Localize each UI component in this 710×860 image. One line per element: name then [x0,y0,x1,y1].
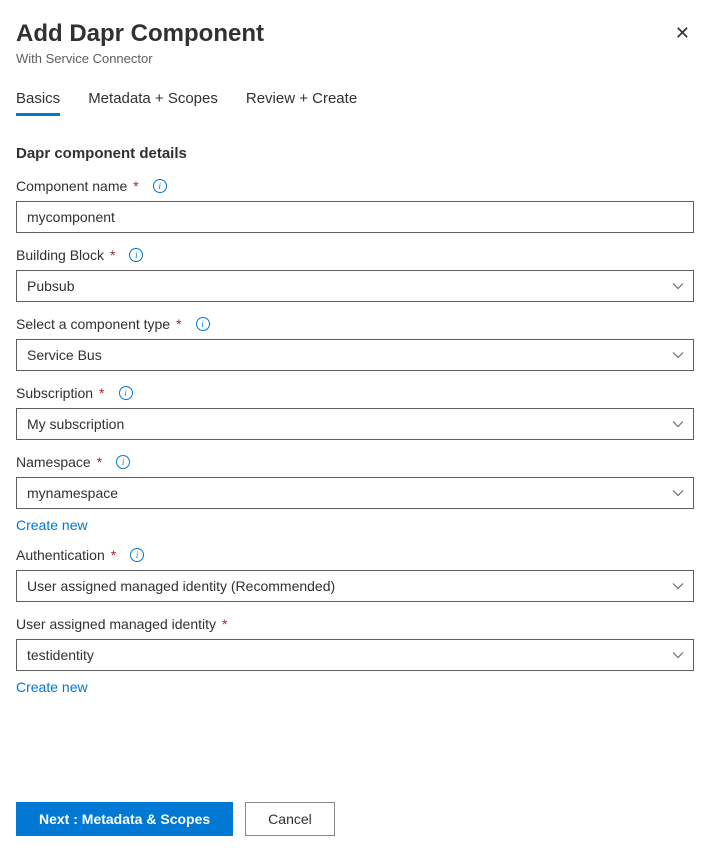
info-icon[interactable]: i [129,248,143,262]
create-new-identity-link[interactable]: Create new [16,679,88,695]
required-marker: * [110,247,115,263]
info-icon[interactable]: i [116,455,130,469]
field-component-name: Component name * i [16,178,694,233]
authentication-select[interactable]: User assigned managed identity (Recommen… [16,570,694,602]
authentication-label: Authentication [16,547,105,563]
building-block-label: Building Block [16,247,104,263]
component-type-label: Select a component type [16,316,170,332]
identity-select[interactable]: testidentity [16,639,694,671]
identity-label: User assigned managed identity [16,616,216,632]
required-marker: * [97,454,102,470]
component-name-label: Component name [16,178,127,194]
namespace-select[interactable]: mynamespace [16,477,694,509]
field-subscription: Subscription * i My subscription [16,385,694,440]
info-icon[interactable]: i [196,317,210,331]
building-block-select[interactable]: Pubsub [16,270,694,302]
tab-metadata-scopes[interactable]: Metadata + Scopes [88,90,218,115]
tab-basics[interactable]: Basics [16,90,60,115]
footer: Next : Metadata & Scopes Cancel [16,802,694,836]
section-title: Dapr component details [16,145,694,162]
required-marker: * [111,547,116,563]
component-type-select[interactable]: Service Bus [16,339,694,371]
next-button[interactable]: Next : Metadata & Scopes [16,802,233,836]
panel-header: Add Dapr Component With Service Connecto… [16,20,694,66]
tab-review-create[interactable]: Review + Create [246,90,357,115]
cancel-button[interactable]: Cancel [245,802,335,836]
create-new-namespace-link[interactable]: Create new [16,517,88,533]
field-namespace: Namespace * i mynamespace Create new [16,454,694,533]
field-building-block: Building Block * i Pubsub [16,247,694,302]
component-name-input[interactable] [16,201,694,233]
subscription-label: Subscription [16,385,93,401]
close-icon: ✕ [675,23,690,43]
info-icon[interactable]: i [119,386,133,400]
page-title: Add Dapr Component [16,20,264,49]
tabs: Basics Metadata + Scopes Review + Create [16,90,694,115]
required-marker: * [99,385,104,401]
field-identity: User assigned managed identity * testide… [16,616,694,695]
close-button[interactable]: ✕ [671,20,694,46]
page-subtitle: With Service Connector [16,51,264,66]
required-marker: * [176,316,181,332]
namespace-label: Namespace [16,454,91,470]
field-authentication: Authentication * i User assigned managed… [16,547,694,602]
info-icon[interactable]: i [153,179,167,193]
field-component-type: Select a component type * i Service Bus [16,316,694,371]
subscription-select[interactable]: My subscription [16,408,694,440]
required-marker: * [133,178,138,194]
required-marker: * [222,616,227,632]
info-icon[interactable]: i [130,548,144,562]
